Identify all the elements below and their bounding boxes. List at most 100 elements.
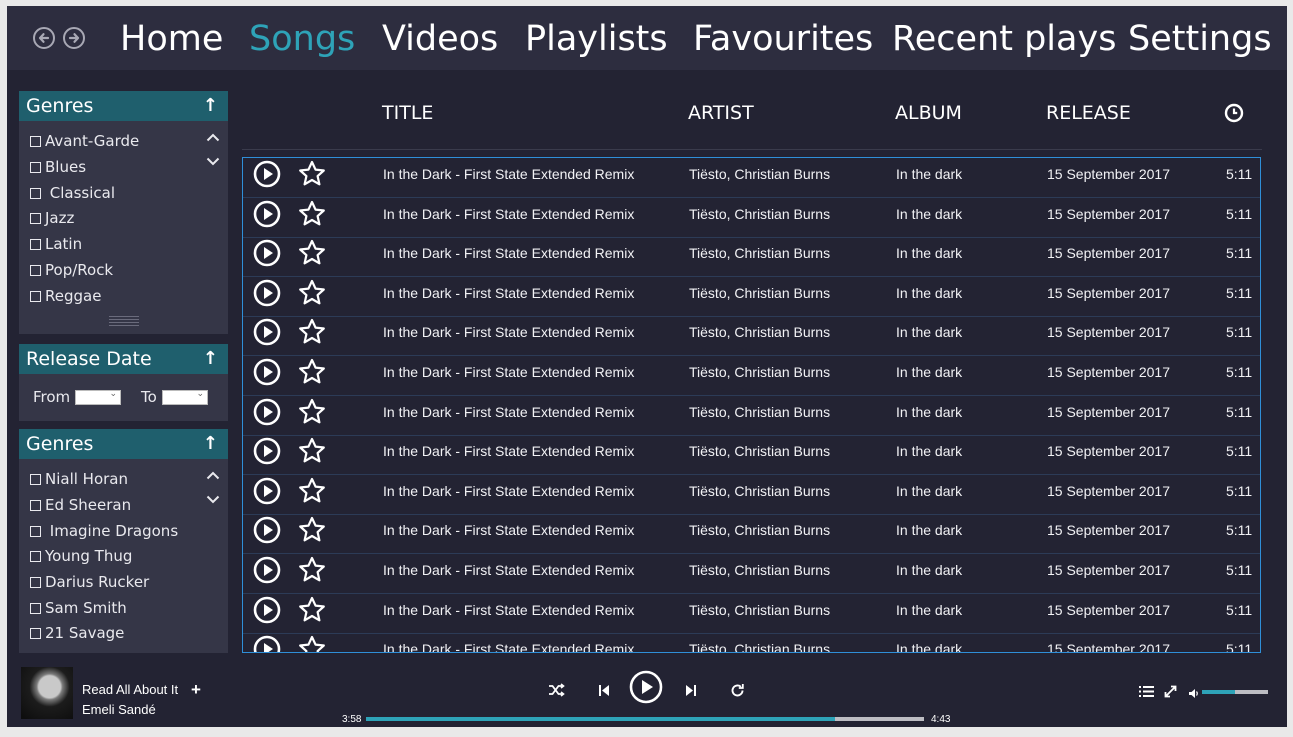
queue-icon[interactable] [1139, 685, 1154, 703]
artist-checkbox[interactable]: Imagine Dragons [30, 522, 178, 540]
star-icon[interactable] [297, 595, 327, 630]
now-playing-title[interactable]: Read All About It [82, 682, 178, 697]
volume-slider[interactable] [1202, 690, 1268, 694]
table-row[interactable]: In the Dark - First State Extended Remix… [243, 396, 1260, 436]
song-album-cell: In the dark [896, 562, 963, 578]
play-circle-icon[interactable] [253, 437, 281, 470]
play-circle-icon[interactable] [253, 160, 281, 193]
star-icon[interactable] [297, 238, 327, 273]
song-title-cell: In the Dark - First State Extended Remix [383, 284, 635, 301]
song-release-cell: 15 September 2017 [1047, 522, 1170, 539]
table-row[interactable]: In the Dark - First State Extended Remix… [243, 198, 1260, 238]
song-table: TITLE ARTIST ALBUM RELEASE In the Dark -… [242, 87, 1262, 653]
star-icon[interactable] [297, 476, 327, 511]
star-icon[interactable] [297, 357, 327, 392]
star-icon[interactable] [297, 515, 327, 550]
tab-settings[interactable]: Settings [1128, 20, 1272, 58]
table-row[interactable]: In the Dark - First State Extended Remix… [243, 633, 1260, 652]
play-circle-icon[interactable] [253, 279, 281, 312]
artist-checkbox[interactable]: Young Thug [30, 547, 132, 565]
play-circle-icon[interactable] [253, 596, 281, 629]
song-album-cell: In the dark [896, 601, 963, 618]
star-icon[interactable] [297, 634, 327, 652]
play-icon[interactable] [629, 670, 663, 709]
play-circle-icon[interactable] [253, 398, 281, 431]
column-header-release[interactable]: RELEASE [1046, 102, 1131, 124]
tab-videos[interactable]: Videos [382, 20, 498, 58]
table-row[interactable]: In the Dark - First State Extended Remix… [243, 356, 1260, 396]
table-row[interactable]: In the Dark - First State Extended Remix… [243, 237, 1260, 278]
genre-checkbox[interactable]: Latin [30, 235, 82, 253]
genre-checkbox[interactable]: Reggae [30, 287, 101, 305]
tab-recent-plays[interactable]: Recent plays [892, 20, 1116, 58]
star-icon[interactable] [297, 397, 327, 432]
tab-favourites[interactable]: Favourites [693, 20, 873, 58]
tab-songs[interactable]: Songs [249, 20, 355, 58]
star-icon[interactable] [297, 317, 327, 352]
sort-arrow-icon[interactable]: ↑ [203, 91, 218, 121]
resize-grip-icon[interactable] [109, 316, 139, 328]
add-to-playlist-icon[interactable]: + [191, 680, 201, 700]
play-circle-icon[interactable] [253, 635, 281, 652]
play-circle-icon[interactable] [253, 556, 281, 589]
scroll-up-icon[interactable] [206, 467, 220, 485]
play-circle-icon[interactable] [253, 318, 281, 351]
back-arrow-icon[interactable] [33, 27, 55, 49]
scroll-down-icon[interactable] [206, 153, 220, 171]
repeat-icon[interactable] [730, 683, 745, 703]
table-row[interactable]: In the Dark - First State Extended Remix… [243, 277, 1260, 317]
sort-arrow-icon[interactable]: ↑ [203, 429, 218, 459]
tab-home[interactable]: Home [120, 20, 223, 58]
play-circle-icon[interactable] [253, 477, 281, 510]
artist-checkbox[interactable]: Sam Smith [30, 599, 127, 617]
star-icon[interactable] [297, 199, 327, 234]
to-date-select[interactable]: ⌄ [162, 388, 208, 405]
star-icon[interactable] [297, 436, 327, 471]
play-circle-icon[interactable] [253, 200, 281, 233]
table-row[interactable]: In the Dark - First State Extended Remix… [243, 435, 1260, 476]
artist-checkbox[interactable]: Darius Rucker [30, 573, 149, 591]
genre-checkbox[interactable]: Avant-Garde [30, 132, 139, 150]
play-circle-icon[interactable] [253, 358, 281, 391]
clock-icon[interactable] [1224, 103, 1244, 128]
star-icon[interactable] [297, 555, 327, 590]
column-header-album[interactable]: ALBUM [895, 102, 962, 124]
table-row[interactable]: In the Dark - First State Extended Remix… [243, 594, 1260, 634]
shuffle-icon[interactable] [548, 683, 565, 702]
album-cover[interactable] [21, 667, 73, 719]
star-icon[interactable] [297, 159, 327, 194]
table-row[interactable]: In the Dark - First State Extended Remix… [243, 514, 1260, 555]
genre-checkbox[interactable]: Pop/Rock [30, 261, 113, 279]
from-date-select[interactable]: ⌄ [75, 388, 121, 405]
header-divider [242, 149, 1262, 150]
scroll-down-icon[interactable] [206, 491, 220, 509]
table-row[interactable]: In the Dark - First State Extended Remix… [243, 554, 1260, 594]
play-circle-icon[interactable] [253, 239, 281, 272]
song-album-cell: In the dark [896, 284, 963, 301]
now-playing-artist[interactable]: Emeli Sandé [82, 702, 156, 717]
song-album-cell: In the dark [896, 364, 963, 380]
scroll-up-icon[interactable] [206, 129, 220, 147]
table-row[interactable]: In the Dark - First State Extended Remix… [243, 158, 1260, 198]
previous-icon[interactable] [598, 684, 610, 702]
play-circle-icon[interactable] [253, 516, 281, 549]
song-artist-cell: Tiësto, Christian Burns [689, 205, 831, 222]
sort-arrow-icon[interactable]: ↑ [203, 344, 218, 374]
artist-checkbox[interactable]: 21 Savage [30, 624, 124, 642]
table-row[interactable]: In the Dark - First State Extended Remix… [243, 316, 1260, 357]
progress-bar[interactable] [366, 717, 924, 721]
column-header-artist[interactable]: ARTIST [688, 102, 754, 124]
artist-checkbox[interactable]: Ed Sheeran [30, 496, 131, 514]
genre-checkbox[interactable]: Classical [30, 184, 115, 202]
genre-checkbox[interactable]: Jazz [30, 209, 74, 227]
next-icon[interactable] [685, 684, 697, 702]
column-header-title[interactable]: TITLE [382, 102, 433, 124]
genre-checkbox[interactable]: Blues [30, 158, 86, 176]
artist-checkbox[interactable]: Niall Horan [30, 470, 128, 488]
volume-icon[interactable] [1188, 686, 1199, 704]
table-row[interactable]: In the Dark - First State Extended Remix… [243, 475, 1260, 515]
star-icon[interactable] [297, 278, 327, 313]
tab-playlists[interactable]: Playlists [525, 20, 668, 58]
fullscreen-icon[interactable] [1164, 685, 1177, 703]
forward-arrow-icon[interactable] [63, 27, 85, 49]
